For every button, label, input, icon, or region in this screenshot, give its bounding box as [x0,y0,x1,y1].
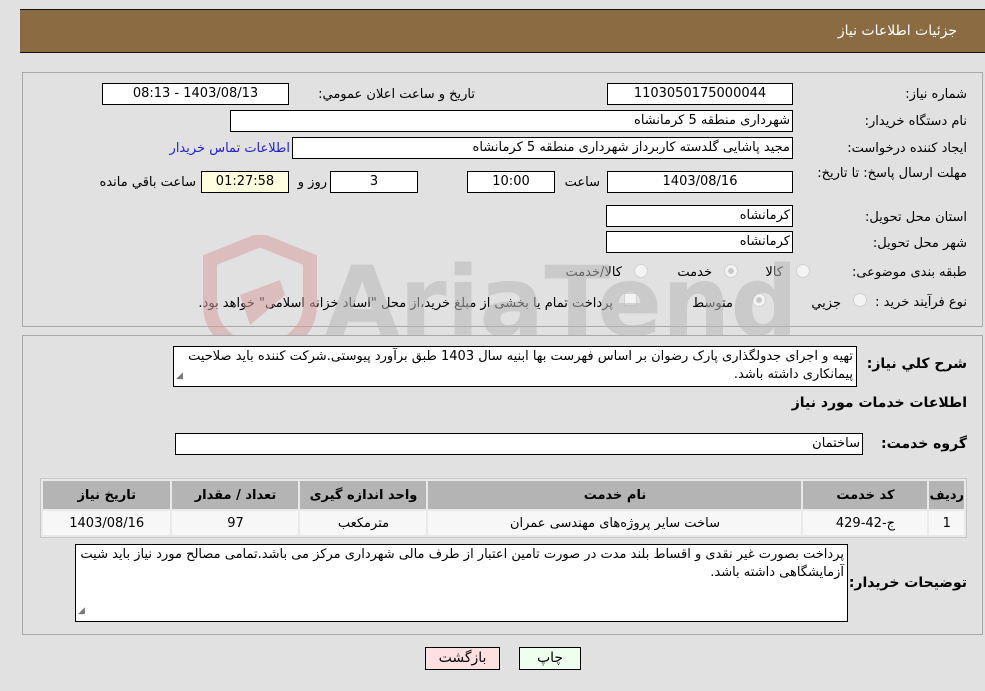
deadline-time-field: 10:00 [467,171,555,193]
col-unit: واحد اندازه گيری [300,481,427,509]
city-field: کرمانشاه [606,231,793,253]
category-radio-service[interactable] [724,264,738,278]
description-label: شرح کلي نياز: [866,356,967,372]
category-radio-goods-service[interactable] [634,264,648,278]
col-quantity: تعداد / مقدار [172,481,299,509]
cell-quantity: 97 [172,511,299,535]
cell-service-name: ساخت سایر پروژه‌های مهندسی عمران [428,511,802,535]
cell-service-code: ج-42-429 [803,511,928,535]
service-group-label: گروه خدمت: [881,436,967,452]
province-field: کرمانشاه [606,205,793,227]
resize-grip-icon[interactable]: ◢ [176,367,183,385]
buyer-org-label: نام دستگاه خريدار: [864,114,967,129]
purchase-type-option-medium: متوسط [692,296,733,311]
services-section-title: اطلاعات خدمات مورد نياز [791,395,967,411]
city-label: شهر محل تحويل: [872,236,967,251]
description-textarea[interactable]: تهیه و اجرای جدولگذاری پارک رضوان بر اسا… [173,346,857,387]
resize-grip-icon[interactable]: ◢ [78,602,85,620]
services-table: رديف کد خدمت نام خدمت واحد اندازه گيری ت… [40,478,967,538]
category-option-goods-service: کالا/خدمت [565,265,622,280]
buyer-notes-label: توضيحات خريدار: [848,575,967,591]
description-text: تهیه و اجرای جدولگذاری پارک رضوان بر اسا… [188,349,853,382]
table-row: 1 ج-42-429 ساخت سایر پروژه‌های مهندسی عم… [43,511,964,535]
treasury-note: پرداخت تمام يا بخشی از مبلغ خريد،از محل … [198,296,613,311]
buyer-org-field: شهرداری منطقه 5 کرمانشاه [230,110,793,132]
col-service-code: کد خدمت [803,481,928,509]
need-number-field: 1103050175000044 [607,83,793,105]
buyer-notes-text: پرداخت بصورت غیر نقدی و اقساط بلند مدت د… [80,547,844,580]
table-header-row: رديف کد خدمت نام خدمت واحد اندازه گيری ت… [43,481,964,509]
requester-field: مجید پاشایی گلدسته کاربرداز شهرداری منطق… [292,137,793,159]
page-title: جزئیات اطلاعات نیاز [837,23,957,39]
announce-datetime-field: 1403/08/13 - 08:13 [102,83,289,105]
purchase-type-radio-medium[interactable] [752,293,766,307]
page-header: جزئیات اطلاعات نیاز [20,9,985,53]
remaining-time-label: ساعت باقي مانده [99,175,196,190]
deadline-time-label: ساعت [564,175,600,190]
remaining-days-field: 3 [330,171,418,193]
buyer-notes-textarea[interactable]: پرداخت بصورت غیر نقدی و اقساط بلند مدت د… [75,544,848,622]
category-radio-goods[interactable] [796,264,810,278]
cell-row-number: 1 [929,511,964,535]
purchase-type-option-minor: جزيي [811,296,841,311]
deadline-date-field: 1403/08/16 [607,171,793,193]
col-service-name: نام خدمت [428,481,802,509]
days-label: روز و [297,175,327,190]
announce-datetime-label: تاريخ و ساعت اعلان عمومي: [318,87,475,102]
print-button[interactable]: چاپ [519,647,581,670]
cell-unit: مترمکعب [300,511,427,535]
purchase-type-radio-minor[interactable] [853,293,867,307]
service-group-field: ساختمان [175,433,863,455]
province-label: استان محل تحويل: [865,210,967,225]
purchase-type-label: نوع فرآيند خريد : [875,295,967,310]
buyer-contact-link[interactable]: اطلاعات تماس خريدار [170,141,290,156]
treasury-checkbox[interactable] [624,293,637,306]
category-option-service: خدمت [677,265,712,280]
back-button[interactable]: بازگشت [425,647,500,670]
deadline-label: مهلت ارسال پاسخ: تا تاريخ: [817,166,967,181]
category-label: طبقه بندی موضوعی: [851,265,967,280]
requester-label: ايجاد کننده درخواست: [847,141,967,156]
need-number-label: شماره نیاز: [905,87,967,102]
col-need-date: تاريخ نياز [43,481,171,509]
remaining-time-field: 01:27:58 [201,171,289,193]
cell-need-date: 1403/08/16 [43,511,171,535]
category-option-goods: کالا [765,265,783,280]
col-row-number: رديف [929,481,964,509]
